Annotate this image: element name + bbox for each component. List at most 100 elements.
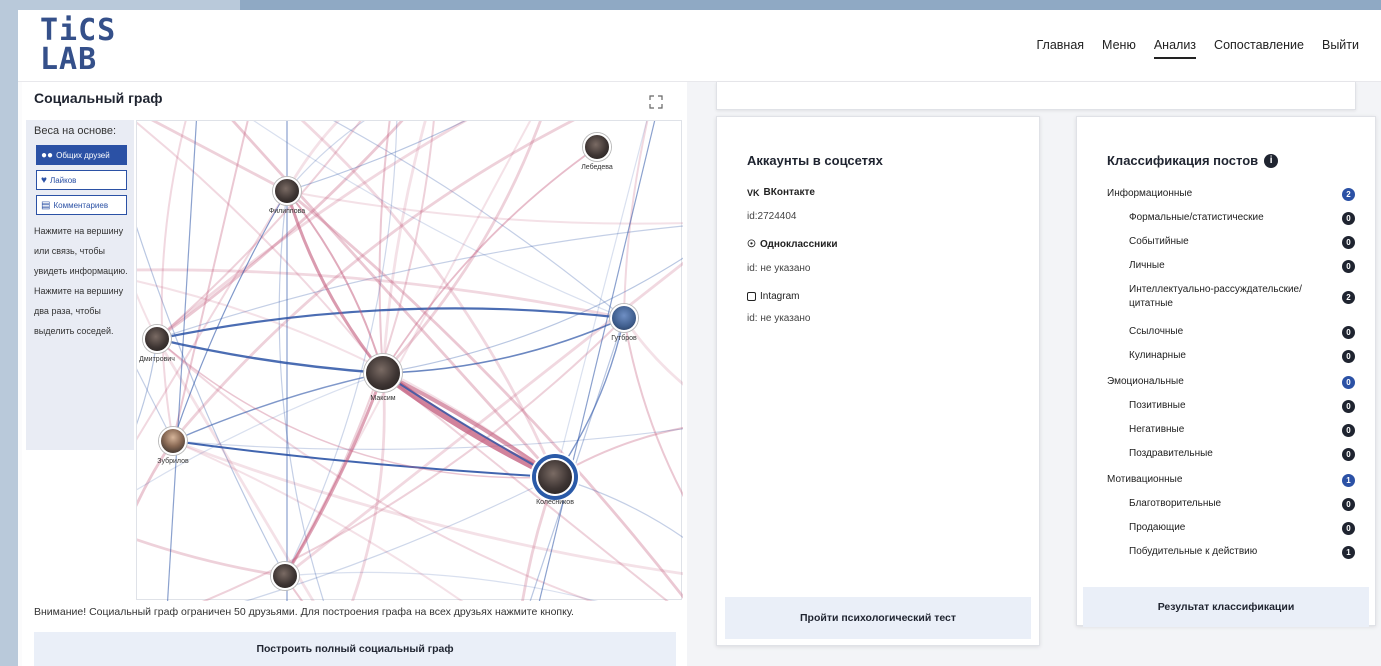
classification-label: Кулинарные: [1129, 350, 1186, 361]
social-graph-canvas[interactable]: Лебедева Филиппова Гутбров Дмитрович Максим З…: [136, 120, 683, 601]
comment-icon: ▤: [41, 199, 51, 211]
graph-edge[interactable]: [378, 121, 397, 374]
graph-edge[interactable]: [137, 338, 158, 521]
classification-label: Эмоциональные: [1107, 376, 1184, 387]
classification-label: Информационные: [1107, 188, 1193, 199]
graph-edge[interactable]: [156, 121, 397, 340]
classification-label: Негативные: [1129, 424, 1185, 435]
expand-icon[interactable]: [648, 94, 664, 110]
graph-node-label: Дмитрович: [139, 356, 175, 363]
graph-node-label: Максим: [370, 395, 396, 402]
avatar[interactable]: [583, 133, 611, 161]
weight-comments-label: Комментариев: [53, 200, 109, 210]
count-badge: 1: [1342, 473, 1355, 487]
odnoklassniki-icon: ☉: [747, 239, 756, 250]
graph-edge[interactable]: [337, 372, 386, 601]
graph-edge[interactable]: [380, 370, 557, 481]
graph-edge[interactable]: [537, 121, 657, 601]
info-icon[interactable]: i: [1264, 153, 1279, 168]
classification-row: Информационные 2: [1107, 187, 1355, 201]
avatar[interactable]: [271, 562, 299, 590]
graph-node[interactable]: Максим: [364, 354, 402, 402]
avatar[interactable]: [273, 177, 301, 205]
graph-edge[interactable]: [137, 121, 158, 340]
classification-row: Позитивные 0: [1107, 399, 1355, 413]
count-badge: 0: [1342, 349, 1355, 363]
classification-row: Побудительные к действию 1: [1107, 545, 1355, 559]
avatar[interactable]: [610, 304, 638, 332]
weight-common-friends-label: Общих друзей: [56, 150, 110, 160]
classification-row: Событийные 0: [1107, 235, 1355, 249]
classification-label: Личные: [1129, 260, 1165, 271]
weight-common-friends-button[interactable]: ●● Общих друзей: [36, 145, 127, 165]
graph-node[interactable]: Лебедева: [581, 133, 613, 171]
classification-label: Формальные/статистические: [1129, 212, 1264, 223]
graph-node[interactable]: Дмитрович: [139, 325, 175, 363]
logo[interactable]: TiCS LAB: [40, 16, 120, 78]
instagram-label: Intagram: [760, 291, 800, 302]
vk-icon: VK: [747, 187, 760, 198]
nav-logout[interactable]: Выйти: [1322, 38, 1359, 59]
weights-sidebar: Веса на основе: ●● Общих друзей ♥ Лайков…: [26, 120, 134, 450]
avatar[interactable]: [143, 325, 171, 353]
classification-row: Продающие 0: [1107, 521, 1355, 535]
users-icon: ●●: [41, 149, 54, 161]
weight-likes-button[interactable]: ♥ Лайков: [36, 170, 127, 190]
classification-row: Мотивационные 1: [1107, 473, 1355, 487]
graph-limit-notice: Внимание! Социальный граф ограничен 50 д…: [34, 606, 574, 618]
instagram-icon: [747, 292, 756, 301]
count-badge: 2: [1342, 187, 1355, 201]
nav-menu[interactable]: Меню: [1102, 38, 1136, 59]
graph-edge[interactable]: [284, 571, 683, 601]
graph-edge[interactable]: [284, 121, 557, 577]
classification-label: Побудительные к действию: [1129, 546, 1258, 557]
graph-node[interactable]: Колесников: [536, 458, 574, 506]
nav-comparison[interactable]: Сопоставление: [1214, 38, 1304, 59]
classification-row: Интеллектуально-рассуждательские/ цитатн…: [1107, 283, 1355, 311]
graph-edge[interactable]: [137, 521, 286, 578]
graph-node[interactable]: Зубрилов: [157, 427, 189, 465]
accounts-card: Аккаунты в соцсетях VK ВКонтакте id:2724…: [716, 116, 1040, 646]
classification-row: Личные 0: [1107, 259, 1355, 273]
graph-node[interactable]: Гутбров: [610, 304, 638, 342]
classification-row: Благотворительные 0: [1107, 497, 1355, 511]
weight-comments-button[interactable]: ▤ Комментариев: [36, 195, 127, 215]
ok-label: Одноклассники: [759, 239, 838, 250]
classification-label: Поздравительные: [1129, 448, 1213, 459]
classification-result-button[interactable]: Результат классификации: [1083, 587, 1369, 627]
graph-edge[interactable]: [156, 307, 625, 341]
social-graph-panel: Социальный граф Веса на основе: ●● Общих…: [22, 82, 687, 666]
avatar[interactable]: [536, 458, 574, 496]
graph-edge[interactable]: [137, 440, 175, 601]
classification-label: Продающие: [1129, 522, 1186, 533]
classification-header: Классификация постов i: [1107, 153, 1279, 168]
classification-label: Благотворительные: [1129, 498, 1222, 509]
count-badge: 0: [1342, 497, 1355, 511]
count-badge: 0: [1342, 521, 1355, 535]
build-full-graph-button[interactable]: Построить полный социальный граф: [34, 632, 676, 666]
count-badge: 0: [1342, 235, 1355, 249]
logo-line-2: LAB: [40, 42, 98, 77]
graph-edge[interactable]: [284, 121, 437, 577]
graph-node[interactable]: [271, 562, 299, 590]
classification-row: Формальные/статистические 0: [1107, 211, 1355, 225]
graph-edge[interactable]: [155, 338, 337, 601]
logo-line-1: TiCS: [40, 13, 117, 48]
main-nav: Главная Меню Анализ Сопоставление Выйти: [1036, 38, 1359, 59]
psych-test-button[interactable]: Пройти психологический тест: [725, 597, 1031, 639]
graph-edge[interactable]: [554, 476, 683, 581]
count-badge: 0: [1342, 211, 1355, 225]
vk-id[interactable]: id:2724404: [747, 211, 797, 222]
graph-edge[interactable]: [622, 317, 683, 421]
nav-home[interactable]: Главная: [1036, 38, 1084, 59]
ok-id: id: не указано: [747, 263, 811, 274]
count-badge: 0: [1342, 399, 1355, 413]
graph-edges[interactable]: [137, 121, 683, 601]
graph-edge[interactable]: [285, 121, 397, 192]
graph-edge[interactable]: [172, 421, 683, 450]
weight-likes-label: Лайков: [49, 175, 77, 185]
nav-analysis[interactable]: Анализ: [1153, 38, 1197, 59]
avatar[interactable]: [364, 354, 402, 392]
graph-node[interactable]: Филиппова: [269, 177, 305, 215]
avatar[interactable]: [159, 427, 187, 455]
